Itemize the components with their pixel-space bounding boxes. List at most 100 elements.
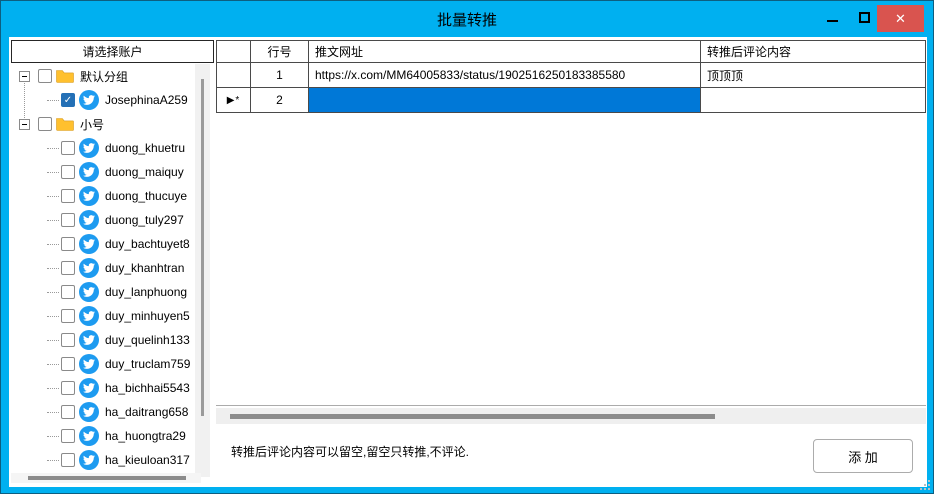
tree-item[interactable]: ha_huongtra29 xyxy=(11,424,195,448)
line-number-cell[interactable]: 2 xyxy=(251,88,309,113)
tree-item-label: duong_tuly297 xyxy=(105,213,184,227)
tree-item-label: duy_lanphuong xyxy=(105,285,187,299)
minimize-button[interactable] xyxy=(825,12,841,26)
grid-header-comment[interactable]: 转推后评论内容 xyxy=(701,40,926,63)
account-checkbox[interactable] xyxy=(61,357,75,371)
twitter-icon xyxy=(79,162,99,182)
comment-cell[interactable]: 顶顶顶 xyxy=(701,63,926,88)
account-checkbox[interactable] xyxy=(61,333,75,347)
add-button[interactable]: 添 加 xyxy=(813,439,913,473)
tree-item-label: 小号 xyxy=(80,116,104,133)
twitter-icon xyxy=(79,186,99,206)
account-checkbox[interactable] xyxy=(61,405,75,419)
account-checkbox[interactable] xyxy=(61,309,75,323)
tree-item[interactable]: duy_minhuyen5 xyxy=(11,304,195,328)
tree-item[interactable]: duong_thucuye xyxy=(11,184,195,208)
folder-icon xyxy=(56,69,74,83)
tree-item-label: duong_khuetru xyxy=(105,141,185,155)
account-checkbox[interactable] xyxy=(61,213,75,227)
row-indicator-cell[interactable] xyxy=(216,63,251,88)
tree-item[interactable]: 小号 xyxy=(11,112,195,136)
tree-item[interactable]: duy_bachtuyet8 xyxy=(11,232,195,256)
tweet-grid: 行号 推文网址 转推后评论内容 1 https://x.com/MM640058… xyxy=(216,40,926,406)
tree-item-label: 默认分组 xyxy=(80,68,128,85)
resize-grip-icon[interactable] xyxy=(920,480,930,490)
account-checkbox[interactable] xyxy=(61,261,75,275)
tree-horizontal-scrollbar[interactable] xyxy=(11,473,201,483)
current-row-indicator-icon: ▶* xyxy=(227,95,241,106)
twitter-icon xyxy=(79,234,99,254)
tree-item-label: duy_minhuyen5 xyxy=(105,309,190,323)
tree-item-label: ha_huongtra29 xyxy=(105,429,186,443)
tree-item[interactable]: duong_maiquy xyxy=(11,160,195,184)
tweet-url-cell[interactable]: https://x.com/MM64005833/status/19025162… xyxy=(309,63,701,88)
table-row: ▶* 2 xyxy=(216,88,926,113)
tree-item-label: ha_bichhai5543 xyxy=(105,381,190,395)
tree-item-label: duy_bachtuyet8 xyxy=(105,237,190,251)
account-checkbox[interactable] xyxy=(61,165,75,179)
tree-horizontal-scrollbar-thumb[interactable] xyxy=(28,476,186,480)
app-window: 批量转推 ✕ 请选择账户 默认分组 ✓ JosephinaA259 xyxy=(0,0,934,494)
twitter-icon xyxy=(79,450,99,470)
tree-item-label: duy_quelinh133 xyxy=(105,333,190,347)
tree-item[interactable]: ✓ JosephinaA259 xyxy=(11,88,195,112)
twitter-icon xyxy=(79,90,99,110)
twitter-icon xyxy=(79,306,99,326)
twitter-icon xyxy=(79,210,99,230)
account-panel-header: 请选择账户 xyxy=(11,40,214,63)
grid-header-row: 行号 推文网址 转推后评论内容 xyxy=(216,40,926,63)
tree-item[interactable]: ha_kieuloan317 xyxy=(11,448,195,472)
tree-item[interactable]: duong_tuly297 xyxy=(11,208,195,232)
account-checkbox[interactable] xyxy=(61,429,75,443)
twitter-icon xyxy=(79,282,99,302)
folder-icon xyxy=(56,117,74,131)
account-tree: 默认分组 ✓ JosephinaA259 小号 duong_khuetru xyxy=(11,64,195,472)
maximize-square-icon xyxy=(859,12,870,23)
tree-item[interactable]: duy_khanhtran xyxy=(11,256,195,280)
grid-horizontal-scrollbar[interactable] xyxy=(216,408,926,424)
account-checkbox[interactable] xyxy=(61,189,75,203)
tree-item[interactable]: ha_bichhai5543 xyxy=(11,376,195,400)
account-checkbox[interactable]: ✓ xyxy=(61,93,75,107)
tree-item[interactable]: duy_truclam759 xyxy=(11,352,195,376)
tree-item-label: duong_maiquy xyxy=(105,165,184,179)
tree-item[interactable]: duy_quelinh133 xyxy=(11,328,195,352)
account-checkbox[interactable] xyxy=(61,453,75,467)
line-number-cell[interactable]: 1 xyxy=(251,63,309,88)
expand-toggle-icon[interactable] xyxy=(19,71,30,82)
grid-header-tweet-url[interactable]: 推文网址 xyxy=(309,40,701,63)
comment-hint-text: 转推后评论内容可以留空,留空只转推,不评论. xyxy=(231,443,469,460)
tree-item-label: duy_khanhtran xyxy=(105,261,184,275)
tree-item[interactable]: ha_daitrang658 xyxy=(11,400,195,424)
close-button[interactable]: ✕ xyxy=(877,5,924,32)
comment-cell[interactable] xyxy=(701,88,926,113)
account-checkbox[interactable] xyxy=(61,381,75,395)
account-checkbox[interactable] xyxy=(38,69,52,83)
tree-item[interactable]: duong_khuetru xyxy=(11,136,195,160)
tweet-url-cell[interactable] xyxy=(309,88,701,113)
tree-item[interactable]: duy_lanphuong xyxy=(11,280,195,304)
twitter-icon xyxy=(79,258,99,278)
window-title: 批量转推 xyxy=(1,1,933,37)
tree-item-label: JosephinaA259 xyxy=(105,93,188,107)
tree-item[interactable]: 默认分组 xyxy=(11,64,195,88)
row-indicator-cell[interactable]: ▶* xyxy=(216,88,251,113)
title-bar[interactable]: 批量转推 ✕ xyxy=(1,1,933,37)
maximize-button[interactable] xyxy=(857,10,873,26)
tree-item-label: ha_kieuloan317 xyxy=(105,453,190,467)
grid-header-line-number[interactable]: 行号 xyxy=(251,40,309,63)
account-checkbox[interactable] xyxy=(61,141,75,155)
tree-item-label: duong_thucuye xyxy=(105,189,187,203)
tree-vertical-scrollbar-thumb[interactable] xyxy=(201,79,204,416)
grid-horizontal-scrollbar-thumb[interactable] xyxy=(230,414,715,419)
twitter-icon xyxy=(79,378,99,398)
account-checkbox[interactable] xyxy=(61,285,75,299)
table-row: 1 https://x.com/MM64005833/status/190251… xyxy=(216,63,926,88)
tree-vertical-scrollbar[interactable] xyxy=(195,64,210,477)
grid-header-indicator[interactable] xyxy=(216,40,251,63)
expand-toggle-icon[interactable] xyxy=(19,119,30,130)
account-checkbox[interactable] xyxy=(38,117,52,131)
tree-item-label: duy_truclam759 xyxy=(105,357,190,371)
client-area: 请选择账户 默认分组 ✓ JosephinaA259 小号 xyxy=(9,37,927,487)
account-checkbox[interactable] xyxy=(61,237,75,251)
